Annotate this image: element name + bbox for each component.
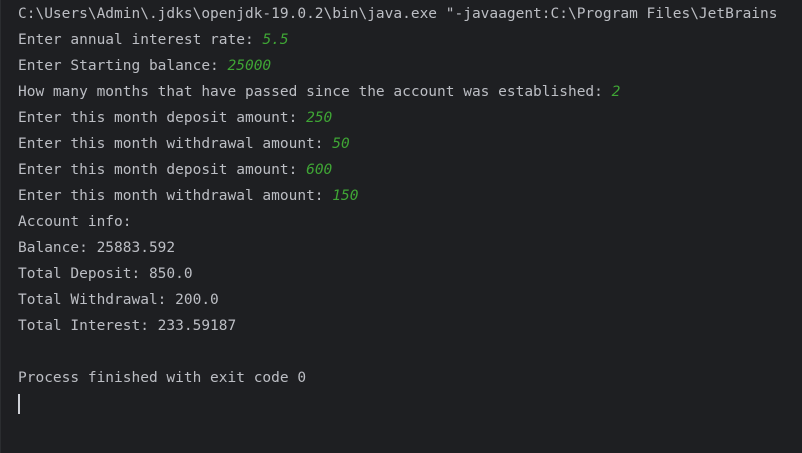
user-input: 150 <box>332 188 359 204</box>
output-line: Total Deposit: 850.0 <box>18 266 193 282</box>
prompt-line: Enter annual interest rate: 5.5 <box>18 30 289 50</box>
prompt-line: How many months that have passed since t… <box>18 82 620 102</box>
output-line: Balance: 25883.592 <box>18 240 176 256</box>
prompt-text: Enter Starting balance: <box>18 58 228 74</box>
user-input: 2 <box>611 84 621 100</box>
run-console[interactable]: C:\Users\Admin\.jdks\openjdk-19.0.2\bin\… <box>0 0 802 453</box>
prompt-line: Enter this month deposit amount: 250 <box>18 108 332 128</box>
user-input: 25000 <box>227 58 272 74</box>
prompt-text: Enter this month deposit amount: <box>18 110 307 126</box>
prompt-text: How many months that have passed since t… <box>18 84 612 100</box>
prompt-line: Enter this month withdrawal amount: 150 <box>18 186 358 206</box>
prompt-line: Enter this month withdrawal amount: 50 <box>18 134 350 154</box>
prompt-text: Enter this month deposit amount: <box>18 162 307 178</box>
prompt-text: Enter annual interest rate: <box>18 32 263 48</box>
output-line: Total Withdrawal: 200.0 <box>18 292 219 308</box>
user-input: 250 <box>306 110 333 126</box>
prompt-line: Enter this month deposit amount: 600 <box>18 160 332 180</box>
prompt-text: Enter this month withdrawal amount: <box>18 188 333 204</box>
user-input: 5.5 <box>262 32 289 48</box>
user-input: 50 <box>332 136 350 152</box>
command-line: C:\Users\Admin\.jdks\openjdk-19.0.2\bin\… <box>18 6 778 22</box>
prompt-line: Enter Starting balance: 25000 <box>18 56 271 76</box>
output-line: Total Interest: 233.59187 <box>18 318 237 334</box>
exit-message: Process finished with exit code 0 <box>18 370 307 386</box>
prompt-text: Enter this month withdrawal amount: <box>18 136 333 152</box>
user-input: 600 <box>306 162 333 178</box>
output-line: Account info: <box>18 214 132 230</box>
text-caret[interactable] <box>18 394 20 414</box>
